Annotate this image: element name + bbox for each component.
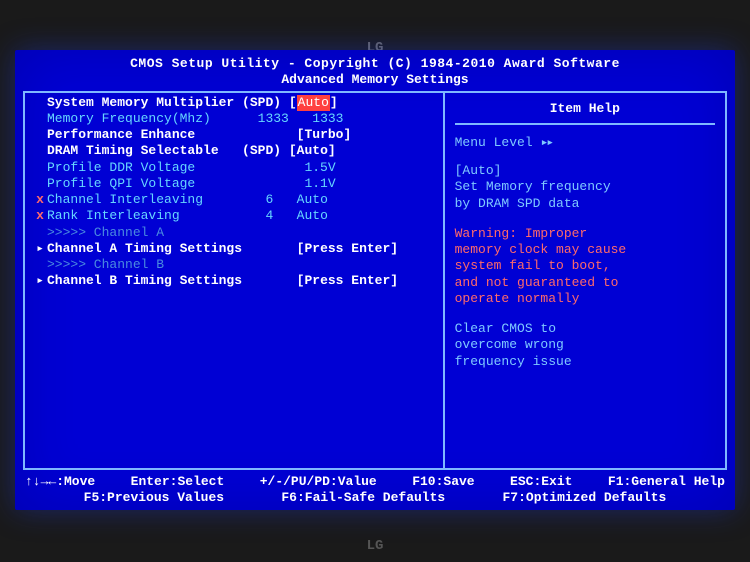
label: DRAM Timing Selectable: [47, 143, 219, 159]
warn-line: memory clock may cause: [455, 242, 715, 258]
value: 1.5V: [304, 160, 335, 176]
label: Channel Interleaving: [47, 192, 203, 208]
row-sub-channel-a: >>>>> Channel A: [33, 225, 437, 241]
clear-line: frequency issue: [455, 354, 715, 370]
key-help: F1:General Help: [608, 474, 725, 490]
hint: (SPD): [242, 95, 281, 111]
key-move: ↑↓→←:Move: [25, 474, 95, 490]
row-perf-enhance[interactable]: Performance Enhance [Turbo]: [33, 127, 437, 143]
row-ddr-voltage: Profile DDR Voltage 1.5V: [33, 160, 437, 176]
value-selected[interactable]: Auto: [297, 95, 330, 111]
warn-line: system fail to boot,: [455, 258, 715, 274]
row-mem-freq: Memory Frequency(Mhz) 1333 1333: [33, 111, 437, 127]
key-enter: Enter:Select: [131, 474, 225, 490]
value: Turbo: [304, 127, 343, 143]
label: Channel A Timing Settings: [47, 241, 242, 257]
bios-screen: CMOS Setup Utility - Copyright (C) 1984-…: [15, 50, 735, 510]
label: >>>>> Channel A: [47, 225, 164, 241]
row-channel-a-timing[interactable]: ▸ Channel A Timing Settings [Press Enter…: [33, 241, 437, 257]
label: Profile QPI Voltage: [47, 176, 195, 192]
help-desc-1: Set Memory frequency: [455, 179, 715, 195]
brand-logo-bottom: LG: [367, 538, 384, 554]
label: Channel B Timing Settings: [47, 273, 242, 289]
row-dram-timing[interactable]: DRAM Timing Selectable (SPD) [Auto]: [33, 143, 437, 159]
help-desc-2: by DRAM SPD data: [455, 196, 715, 212]
menu-level: Menu Level ▸▸: [455, 135, 715, 151]
label: Profile DDR Voltage: [47, 160, 195, 176]
value: Auto: [297, 208, 328, 224]
warn-line: Warning: Improper: [455, 226, 715, 242]
row-channel-interleaving: x Channel Interleaving 6 Auto: [33, 192, 437, 208]
row-channel-b-timing[interactable]: ▸ Channel B Timing Settings [Press Enter…: [33, 273, 437, 289]
help-clear: Clear CMOS to overcome wrong frequency i…: [455, 321, 715, 370]
panels: System Memory Multiplier (SPD) [Auto] Me…: [23, 91, 727, 470]
bios-title: CMOS Setup Utility - Copyright (C) 1984-…: [23, 56, 727, 72]
monitor-frame: LG CMOS Setup Utility - Copyright (C) 19…: [0, 0, 750, 562]
clear-line: overcome wrong: [455, 337, 715, 353]
help-warning: Warning: Improper memory clock may cause…: [455, 226, 715, 307]
key-value: +/-/PU/PD:Value: [260, 474, 377, 490]
submenu-icon: ▸: [33, 241, 47, 257]
settings-panel: System Memory Multiplier (SPD) [Auto] Me…: [23, 91, 444, 470]
key-help-footer: ↑↓→←:Move Enter:Select +/-/PU/PD:Value F…: [23, 470, 727, 507]
label: >>>>> Channel B: [47, 257, 164, 273]
label: Rank Interleaving: [47, 208, 180, 224]
value: 1.1V: [304, 176, 335, 192]
hint: (SPD): [242, 143, 281, 159]
value: 1333: [312, 111, 343, 127]
clear-line: Clear CMOS to: [455, 321, 715, 337]
x-icon: x: [33, 192, 47, 208]
chevron-right-icon: ▸▸: [540, 135, 552, 150]
row-sub-channel-b: >>>>> Channel B: [33, 257, 437, 273]
value: Press Enter: [304, 241, 390, 257]
key-prev: F5:Previous Values: [84, 490, 224, 506]
mid: 4: [265, 208, 273, 224]
value: Press Enter: [304, 273, 390, 289]
key-save: F10:Save: [412, 474, 474, 490]
row-qpi-voltage: Profile QPI Voltage 1.1V: [33, 176, 437, 192]
warn-line: and not guaranteed to: [455, 275, 715, 291]
label: Performance Enhance: [47, 127, 195, 143]
label: System Memory Multiplier: [47, 95, 234, 111]
help-auto: [Auto]: [455, 163, 715, 179]
key-exit: ESC:Exit: [510, 474, 572, 490]
row-sys-mem-mult[interactable]: System Memory Multiplier (SPD) [Auto]: [33, 95, 437, 111]
submenu-icon: ▸: [33, 273, 47, 289]
help-panel: Item Help Menu Level ▸▸ [Auto] Set Memor…: [444, 91, 727, 470]
menu-level-label: Menu Level: [455, 135, 533, 150]
row-rank-interleaving: x Rank Interleaving 4 Auto: [33, 208, 437, 224]
warn-line: operate normally: [455, 291, 715, 307]
mid: 1333: [258, 111, 289, 127]
help-title: Item Help: [550, 101, 620, 116]
bios-subtitle: Advanced Memory Settings: [23, 72, 727, 88]
value: Auto: [297, 192, 328, 208]
mid: 6: [265, 192, 273, 208]
key-failsafe: F6:Fail-Safe Defaults: [281, 490, 445, 506]
x-icon: x: [33, 208, 47, 224]
key-optimized: F7:Optimized Defaults: [503, 490, 667, 506]
value: Auto: [297, 143, 328, 159]
label: Memory Frequency(Mhz): [47, 111, 211, 127]
